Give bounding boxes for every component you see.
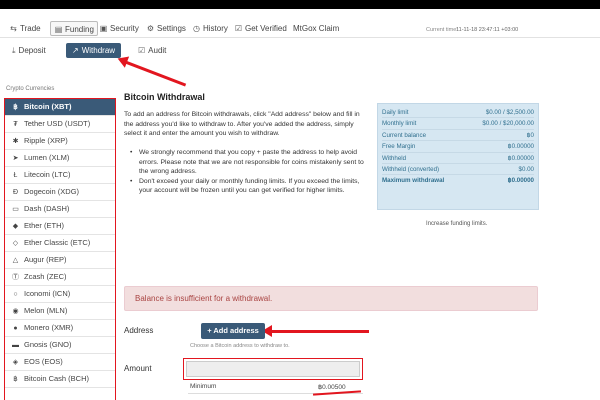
crypto-item-dogecoin[interactable]: Đ Dogecoin (XDG) <box>5 184 115 201</box>
download-icon: ⤓ <box>12 46 16 55</box>
rocket-icon: ➤ <box>12 155 19 162</box>
ether-icon: ◆ <box>12 223 19 230</box>
nav-tab-settings[interactable]: ⚙ Settings <box>143 21 189 36</box>
insufficient-balance-alert: Balance is insufficient for a withdrawal… <box>124 286 538 311</box>
bitcoin-cash-icon: ฿ <box>13 376 18 383</box>
check-square-icon: ☑ <box>138 46 146 55</box>
gnosis-icon: ▬ <box>12 342 19 349</box>
note-copy-paste: We strongly recommend that you copy + pa… <box>130 148 366 177</box>
dogecoin-icon: Đ <box>12 189 19 196</box>
monero-icon: ● <box>13 325 18 332</box>
melon-icon: ◉ <box>12 308 19 315</box>
add-address-button[interactable]: + Add address <box>201 323 265 339</box>
dash-icon: ▭ <box>12 206 19 213</box>
crypto-item-monero[interactable]: ● Monero (XMR) <box>5 320 115 337</box>
crypto-item-melon[interactable]: ◉ Melon (MLN) <box>5 303 115 320</box>
amount-field-highlight <box>183 358 363 380</box>
address-hint: Choose a Bitcoin address to withdraw to. <box>190 343 290 349</box>
minimum-value: ฿0.00500 <box>318 384 346 391</box>
increase-funding-limits-link[interactable]: Increase funding limits. <box>426 221 487 227</box>
augur-icon: △ <box>12 257 19 264</box>
address-label: Address <box>124 326 154 335</box>
nav-tab-security[interactable]: ▣ Security <box>96 21 142 36</box>
withdrawal-notes: We strongly recommend that you copy + pa… <box>130 148 366 196</box>
top-black-bar <box>0 0 600 9</box>
minimum-label: Minimum <box>190 383 217 390</box>
clock-icon: ◷ <box>193 24 200 33</box>
crypto-item-litecoin[interactable]: Ł Litecoin (LTC) <box>5 167 115 184</box>
nav-tab-funding[interactable]: ▤ Funding <box>50 21 98 36</box>
crypto-item-ripple[interactable]: ✱ Ripple (XRP) <box>5 133 115 150</box>
crypto-item-gnosis[interactable]: ▬ Gnosis (GNO) <box>5 337 115 354</box>
crypto-item-augur[interactable]: △ Augur (REP) <box>5 252 115 269</box>
bitcoin-icon: ฿ <box>13 104 18 111</box>
ripple-icon: ✱ <box>12 138 19 145</box>
lock-icon: ▣ <box>99 24 108 33</box>
limit-row-withheld: Withheld ฿0.00000 <box>382 153 534 164</box>
nav-tab-mtgox-claim[interactable]: MtGox Claim <box>290 21 342 36</box>
crypto-item-lumen[interactable]: ➤ Lumen (XLM) <box>5 150 115 167</box>
funding-limits-panel: Daily limit $0.00 / $2,500.00 Monthly lim… <box>377 103 539 210</box>
litecoin-icon: Ł <box>13 172 18 179</box>
annotation-arrow-add-address <box>262 325 369 337</box>
limit-row-current-balance: Current balance ฿0 <box>382 130 534 142</box>
tether-icon: ₮ <box>13 121 18 128</box>
audit-tab[interactable]: ☑ Audit <box>134 43 170 58</box>
ether-classic-icon: ◇ <box>12 240 19 247</box>
withdrawal-instructions: To add an address for Bitcoin withdrawal… <box>124 111 360 137</box>
wallet-icon: ▤ <box>54 25 63 34</box>
page-title: Bitcoin Withdrawal <box>124 92 205 102</box>
crypto-item-tether[interactable]: ₮ Tether USD (USDT) <box>5 116 115 133</box>
limit-row-withheld-converted: Withheld (converted) $0.00 <box>382 164 534 176</box>
check-square-icon: ☑ <box>234 24 243 33</box>
crypto-item-eos[interactable]: ◈ EOS (EOS) <box>5 354 115 371</box>
crypto-item-bitcoin[interactable]: ฿ Bitcoin (XBT) <box>5 99 115 116</box>
limit-row-maximum-withdrawal: Maximum withdrawal ฿0.00000 <box>382 177 534 185</box>
crypto-item-iconomi[interactable]: ○ Iconomi (ICN) <box>5 286 115 303</box>
limit-row-monthly: Monthly limit $0.00 / $20,000.00 <box>382 118 534 130</box>
crypto-item-dash[interactable]: ▭ Dash (DASH) <box>5 201 115 218</box>
zcash-icon: Ⓣ <box>12 274 19 281</box>
limit-row-daily: Daily limit $0.00 / $2,500.00 <box>382 107 534 119</box>
crypto-item-ether[interactable]: ◆ Ether (ETH) <box>5 218 115 235</box>
crypto-item-zcash[interactable]: Ⓣ Zcash (ZEC) <box>5 269 115 286</box>
amount-label: Amount <box>124 364 152 373</box>
crypto-currencies-title: Crypto Currencies <box>6 86 55 92</box>
nav-tab-trade[interactable]: ⇆ Trade <box>6 21 44 36</box>
crypto-currency-list: ฿ Bitcoin (XBT) ₮ Tether USD (USDT) ✱ Rippl… <box>4 98 116 400</box>
amount-input[interactable] <box>186 361 360 377</box>
current-time-label: Current time: <box>426 27 458 33</box>
withdraw-tab[interactable]: ↗ Withdraw <box>66 43 122 58</box>
nav-tab-history[interactable]: ◷ History <box>189 21 231 36</box>
external-link-icon: ↗ <box>72 46 79 55</box>
limit-row-free-margin: Free Margin ฿0.00000 <box>382 141 534 153</box>
eos-icon: ◈ <box>12 359 19 366</box>
exchange-icon: ⇆ <box>10 24 17 33</box>
crypto-item-ether-classic[interactable]: ◇ Ether Classic (ETC) <box>5 235 115 252</box>
deposit-tab[interactable]: ⤓ Deposit <box>8 43 50 58</box>
wrench-icon: ⚙ <box>146 24 155 33</box>
note-limits: Don't exceed your daily or monthly fundi… <box>130 177 366 196</box>
nav-tab-get-verified[interactable]: ☑ Get Verified <box>231 21 290 36</box>
current-time-value: 11-11-18 23:47:11 +03:00 <box>456 27 519 33</box>
iconomi-icon: ○ <box>13 291 18 298</box>
annotation-arrow-withdraw <box>123 60 187 87</box>
crypto-item-bitcoin-cash[interactable]: ฿ Bitcoin Cash (BCH) <box>5 371 115 388</box>
